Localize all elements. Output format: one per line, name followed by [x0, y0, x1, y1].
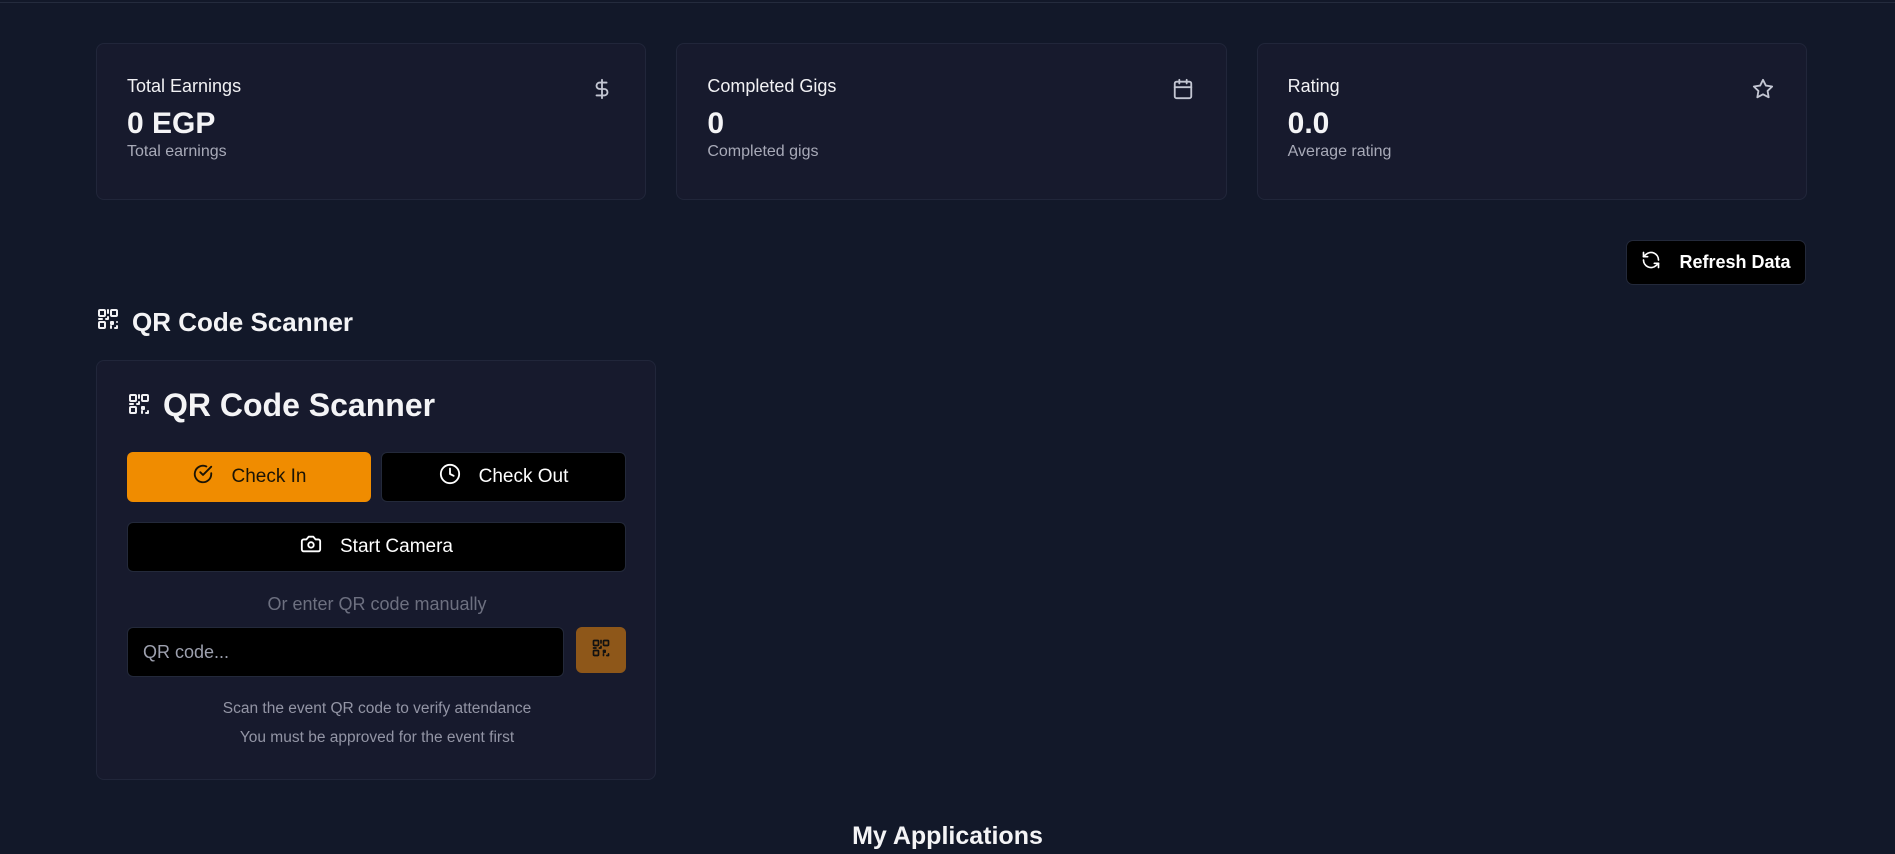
qr-code-input[interactable]: [127, 627, 564, 677]
dollar-icon: [591, 78, 613, 100]
refresh-icon: [1641, 250, 1661, 275]
check-out-button[interactable]: Check Out: [381, 452, 626, 502]
top-divider: [0, 0, 1895, 3]
start-camera-label: Start Camera: [340, 536, 453, 557]
stat-card-earnings: Total Earnings 0 EGP Total earnings: [96, 43, 647, 200]
stat-title: Rating: [1287, 76, 1340, 96]
qr-code-icon: [127, 387, 151, 424]
manual-entry-label: Or enter QR code manually: [267, 594, 487, 614]
stats-row: Total Earnings 0 EGP Total earnings Comp…: [96, 43, 1807, 200]
section-title-text: QR Code Scanner: [132, 307, 354, 337]
qr-submit-button[interactable]: [576, 627, 626, 673]
stat-title: Completed Gigs: [707, 76, 837, 96]
stat-value: 0.0: [1287, 107, 1330, 140]
check-in-button[interactable]: Check In: [127, 452, 371, 502]
clock-icon: [439, 463, 461, 491]
star-icon: [1752, 78, 1774, 100]
camera-icon: [300, 533, 322, 561]
stat-subtitle: Total earnings: [127, 143, 227, 160]
check-circle-icon: [192, 463, 214, 491]
refresh-data-button[interactable]: Refresh Data: [1626, 240, 1806, 285]
stat-value: 0 EGP: [127, 107, 216, 140]
my-applications-title: My Applications: [852, 822, 1043, 850]
scanner-hint-approval: You must be approved for the event first: [239, 729, 515, 746]
qr-scanner-card: QR Code Scanner Check In Check Out Start…: [96, 360, 656, 780]
scanner-card-title: QR Code Scanner: [127, 387, 435, 424]
scanner-section-title: QR Code Scanner: [96, 307, 353, 338]
card-title-text: QR Code Scanner: [163, 387, 436, 423]
refresh-data-label: Refresh Data: [1679, 252, 1791, 272]
stat-subtitle: Completed gigs: [707, 143, 819, 160]
stat-card-completed-gigs: Completed Gigs 0 Completed gigs: [676, 43, 1227, 200]
qr-code-icon: [96, 307, 120, 338]
stat-subtitle: Average rating: [1287, 143, 1392, 160]
start-camera-button[interactable]: Start Camera: [127, 522, 626, 572]
calendar-icon: [1172, 78, 1194, 100]
check-out-label: Check Out: [478, 466, 569, 487]
stat-card-rating: Rating 0.0 Average rating: [1256, 43, 1807, 200]
scanner-hint-verify: Scan the event QR code to verify attenda…: [222, 700, 532, 717]
qr-code-icon: [591, 638, 611, 663]
stat-value: 0: [707, 107, 725, 140]
stat-title: Total Earnings: [127, 76, 242, 96]
check-in-label: Check In: [231, 466, 307, 487]
